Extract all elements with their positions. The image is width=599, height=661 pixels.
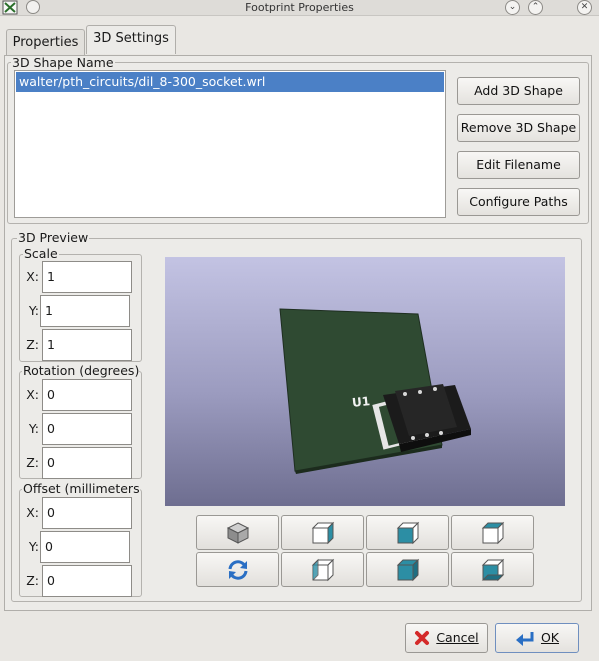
chevron-down-icon: ⌄ xyxy=(508,2,517,12)
chevron-up-icon: ⌃ xyxy=(531,2,540,12)
scale-x-label: X: xyxy=(26,269,39,284)
rotation-z-input[interactable]: 0 xyxy=(42,447,132,479)
view-bottom-button[interactable] xyxy=(451,552,534,587)
maximize-button[interactable]: ⌃ xyxy=(528,0,543,15)
view-iso-icon xyxy=(226,521,249,544)
offset-y-input[interactable]: 0 xyxy=(40,531,130,563)
view-iso-button[interactable] xyxy=(196,515,279,550)
rotation-y-input[interactable]: 0 xyxy=(42,413,132,445)
3d-preview-viewport[interactable]: U1 xyxy=(165,257,565,506)
scale-z-input[interactable]: 1 xyxy=(42,329,132,361)
rotation-x-label: X: xyxy=(26,387,39,402)
reload-icon xyxy=(228,559,247,580)
rotation-z-label: Z: xyxy=(26,455,39,470)
configure-paths-button[interactable]: Configure Paths xyxy=(457,188,580,216)
offset-group-title: Offset (millimeters) xyxy=(22,482,140,496)
view-left-button[interactable] xyxy=(281,515,364,550)
scale-y-label: Y: xyxy=(28,303,39,318)
enter-arrow-icon xyxy=(515,632,534,646)
scale-z-label: Z: xyxy=(26,337,39,352)
rotation-group-title: Rotation (degrees) xyxy=(22,364,139,378)
reload-button[interactable] xyxy=(196,552,279,587)
close-button[interactable]: ✕ xyxy=(577,0,592,15)
add-3d-shape-button[interactable]: Add 3D Shape xyxy=(457,77,580,105)
title-bar[interactable]: Footprint Properties ⌄ ⌃ ✕ xyxy=(0,0,599,16)
ok-button[interactable]: OK xyxy=(495,623,579,653)
scale-group-title: Scale xyxy=(23,246,59,261)
pcb-3d-render xyxy=(279,308,471,474)
component-reference-label: U1 xyxy=(351,394,371,410)
remove-3d-shape-button[interactable]: Remove 3D Shape xyxy=(457,114,580,142)
offset-z-input[interactable]: 0 xyxy=(42,565,132,597)
view-left-icon xyxy=(311,521,334,544)
view-bottom-icon xyxy=(481,558,504,581)
scale-y-input[interactable]: 1 xyxy=(40,295,130,327)
cancel-icon xyxy=(415,631,430,645)
offset-z-label: Z: xyxy=(26,573,39,588)
offset-x-input[interactable]: 0 xyxy=(42,497,132,529)
rotation-y-label: Y: xyxy=(28,421,39,436)
tab-3d-settings[interactable]: 3D Settings xyxy=(86,25,176,54)
edit-filename-button[interactable]: Edit Filename xyxy=(457,151,580,179)
ok-label: OK xyxy=(540,630,560,645)
view-right-icon xyxy=(311,558,334,581)
tab-properties[interactable]: Properties xyxy=(6,29,85,55)
view-right-button[interactable] xyxy=(281,552,364,587)
close-icon: ✕ xyxy=(580,2,589,12)
scale-x-input[interactable]: 1 xyxy=(42,261,132,293)
view-front-button[interactable] xyxy=(366,515,449,550)
shape-name-group-title: 3D Shape Name xyxy=(11,55,115,70)
shape-list[interactable]: walter/pth_circuits/dil_8-300_socket.wrl xyxy=(14,70,446,218)
view-back-icon xyxy=(396,558,419,581)
view-top-button[interactable] xyxy=(451,515,534,550)
view-back-button[interactable] xyxy=(366,552,449,587)
offset-x-label: X: xyxy=(26,505,39,520)
shape-list-item[interactable]: walter/pth_circuits/dil_8-300_socket.wrl xyxy=(16,72,444,92)
view-top-icon xyxy=(481,521,504,544)
minimize-button[interactable]: ⌄ xyxy=(505,0,520,15)
offset-y-label: Y: xyxy=(28,539,39,554)
cancel-button[interactable]: Cancel xyxy=(405,623,488,653)
view-front-icon xyxy=(396,521,419,544)
rotation-x-input[interactable]: 0 xyxy=(42,379,132,411)
preview-group-title: 3D Preview xyxy=(17,230,90,245)
cancel-label: Cancel xyxy=(436,630,479,645)
